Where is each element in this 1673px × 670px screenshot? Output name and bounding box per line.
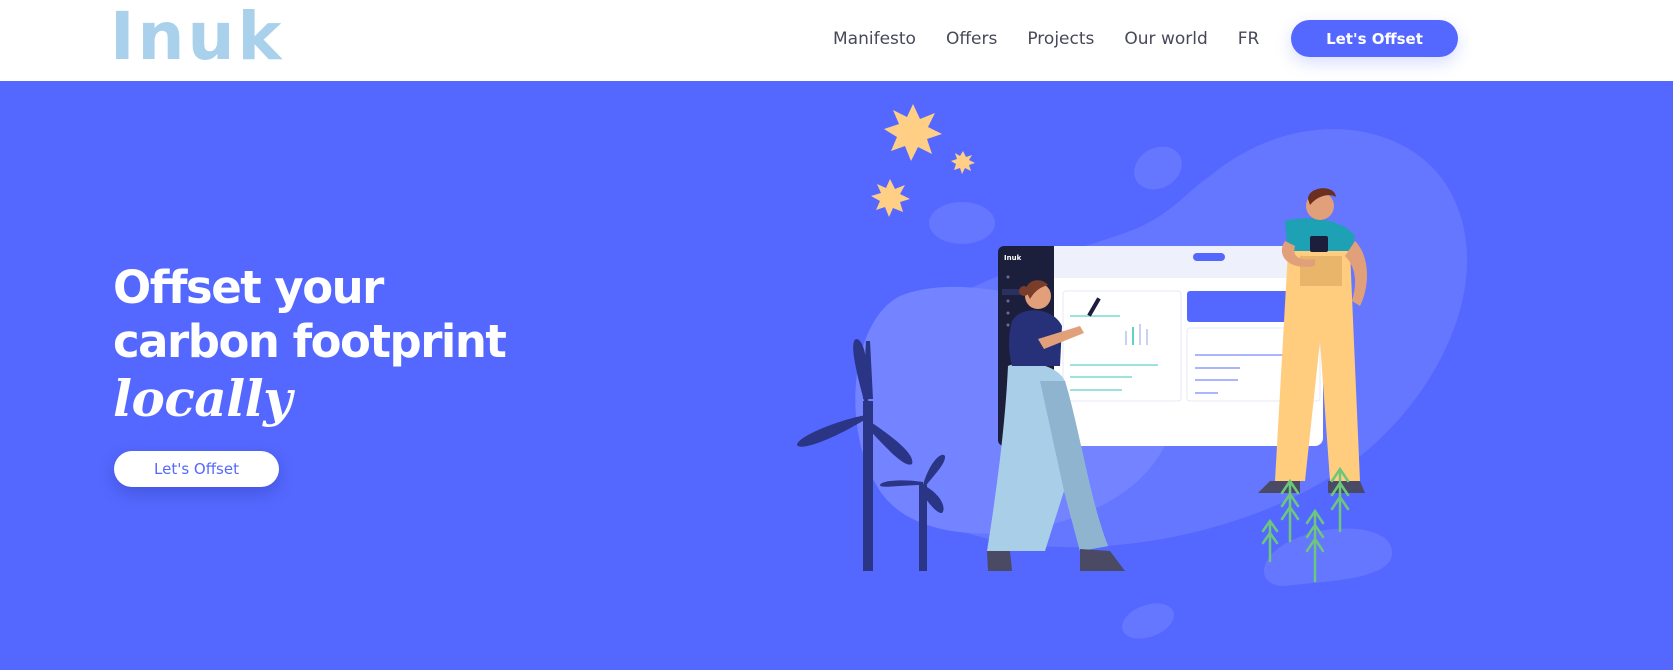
star-icon [951, 151, 975, 174]
language-switch-fr[interactable]: FR [1238, 29, 1260, 49]
nav-link-our-world[interactable]: Our world [1124, 29, 1207, 49]
inuk-logo[interactable]: Inuk [110, 2, 284, 72]
header-lets-offset-button[interactable]: Let's Offset [1291, 20, 1458, 57]
main-nav: Manifesto Offers Projects Our world FR [833, 24, 1287, 54]
hero-title-line-1: Offset your [113, 261, 384, 314]
nav-link-projects[interactable]: Projects [1027, 29, 1094, 49]
hero-illustration: Inuk [797, 104, 1468, 639]
hero-section: Offset your carbon footprint locally Let… [0, 81, 1673, 670]
site-header: Inuk Manifesto Offers Projects Our world… [0, 0, 1673, 81]
blob-small [929, 202, 995, 244]
blob-small [1122, 603, 1174, 639]
hero-title-line-3: locally [113, 369, 292, 428]
hero-lets-offset-button[interactable]: Let's Offset [114, 451, 279, 487]
blob-small [1134, 146, 1182, 190]
hero-title-line-2: carbon footprint [113, 315, 507, 368]
star-icon [884, 104, 942, 161]
dashboard-logo: Inuk [1004, 254, 1022, 262]
star-icon [871, 179, 910, 217]
nav-link-offers[interactable]: Offers [946, 29, 997, 49]
nav-link-manifesto[interactable]: Manifesto [833, 29, 916, 49]
blob-small [1263, 528, 1393, 586]
hero-title: Offset your carbon footprint locally [113, 261, 507, 429]
